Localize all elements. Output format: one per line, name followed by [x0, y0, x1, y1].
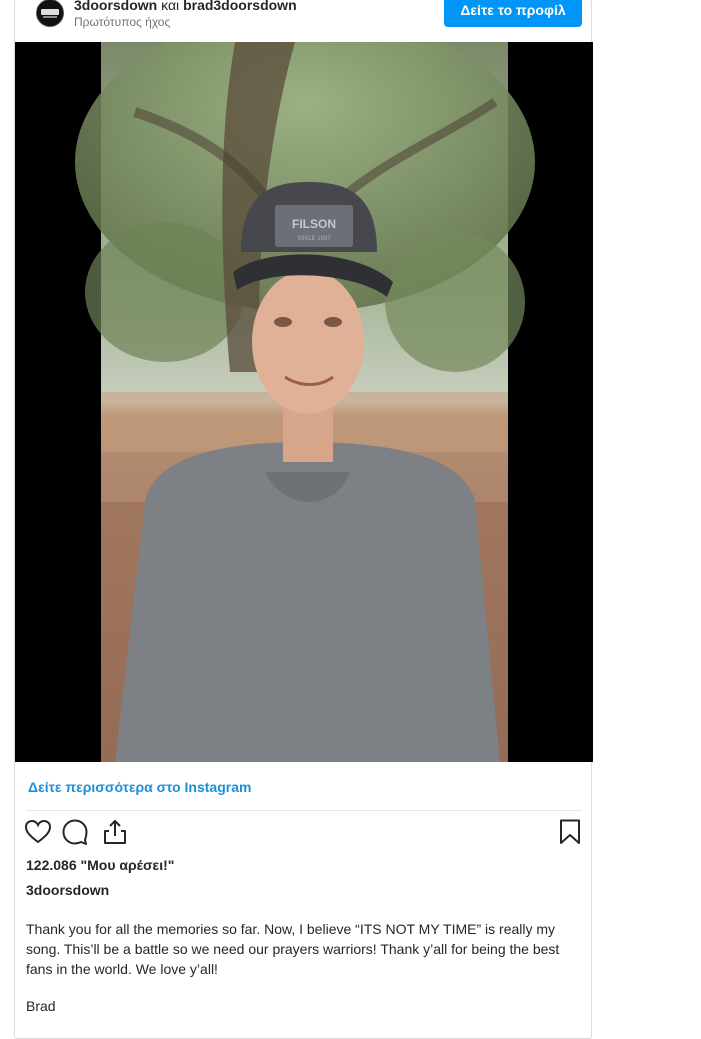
- caption-body: Thank you for all the memories so far. N…: [26, 921, 560, 977]
- caption-signoff: Brad: [26, 998, 56, 1014]
- video-media[interactable]: FILSON SINCE 1897: [15, 42, 593, 762]
- post-accounts: 3doorsdown και brad3doorsdown: [74, 0, 297, 14]
- cap-brand-subtext: SINCE 1897: [297, 236, 331, 242]
- view-profile-button[interactable]: Δείτε το προφίλ: [444, 0, 582, 27]
- bookmark-icon: [560, 819, 580, 844]
- comment-icon: [62, 819, 88, 845]
- avatar-logo-line: [43, 16, 57, 18]
- account-link-primary[interactable]: 3doorsdown: [74, 0, 157, 13]
- avatar[interactable]: [36, 0, 64, 27]
- like-button[interactable]: [24, 818, 54, 848]
- audio-label[interactable]: Πρωτότυπος ήχος: [74, 15, 170, 29]
- save-button[interactable]: [556, 818, 586, 848]
- share-button[interactable]: [101, 818, 131, 848]
- see-more-on-instagram-link[interactable]: Δείτε περισσότερα στο Instagram: [28, 779, 251, 795]
- likes-count[interactable]: 122.086 "Μου αρέσει!": [26, 857, 174, 873]
- share-icon: [104, 820, 126, 844]
- heart-icon: [24, 819, 52, 844]
- instagram-embed-card: 3doorsdown και brad3doorsdown Πρωτότυπος…: [14, 0, 593, 1039]
- post-header: 3doorsdown και brad3doorsdown Πρωτότυπος…: [15, 0, 593, 42]
- comment-button[interactable]: [61, 818, 91, 848]
- accounts-conjunction: και: [161, 0, 180, 13]
- account-link-secondary[interactable]: brad3doorsdown: [183, 0, 297, 13]
- divider: [26, 810, 582, 811]
- caption-owner[interactable]: 3doorsdown: [26, 882, 109, 898]
- avatar-logo: [41, 9, 59, 15]
- caption-text: Thank you for all the memories so far. N…: [26, 919, 586, 979]
- video-frame: FILSON SINCE 1897: [15, 42, 593, 762]
- cap-brand-text: FILSON: [292, 217, 336, 231]
